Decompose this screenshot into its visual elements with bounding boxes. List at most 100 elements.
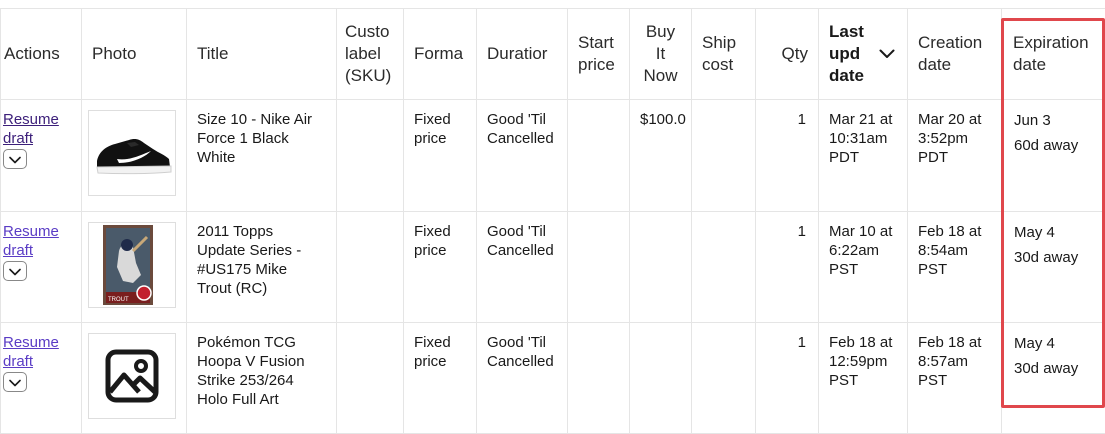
buy-now-price: $100.0 [630, 100, 691, 129]
qty-value: 1 [756, 212, 818, 241]
image-placeholder-icon[interactable] [88, 333, 176, 419]
last-updated-line: 6:22am [829, 241, 897, 260]
header-buy-now-line: It [634, 43, 687, 65]
header-expiration-date[interactable]: Expiration date [1002, 9, 1105, 100]
duration-line: Good 'Til [487, 110, 557, 129]
qty-value: 1 [756, 100, 818, 129]
item-title-line: Size 10 - Nike Air [197, 110, 326, 129]
last-updated-line: PST [829, 260, 897, 279]
header-sku-line: (SKU) [345, 65, 403, 87]
last-updated-line: Feb 18 at [829, 333, 897, 352]
cell-actions: Resume draft [1, 100, 82, 212]
qty-value: 1 [756, 323, 818, 352]
resume-draft-label: draft [3, 130, 33, 147]
header-qty[interactable]: Qty [756, 9, 819, 100]
chevron-down-icon [9, 262, 21, 281]
cell-ship-cost [692, 323, 756, 434]
baseball-card-photo[interactable]: TROUT [88, 222, 176, 308]
last-updated-line: Mar 10 at [829, 222, 897, 241]
start-price-value [568, 100, 629, 110]
resume-draft-label: draft [3, 353, 33, 370]
actions-dropdown-button[interactable] [3, 261, 27, 281]
item-title-line: #US175 Mike [197, 260, 326, 279]
header-last-updated-line: Last [829, 21, 864, 43]
duration-line: Cancelled [487, 129, 557, 148]
resume-draft-link[interactable]: Resume draft [3, 333, 73, 371]
cell-start-price [568, 323, 630, 434]
header-actions-label: Actions [1, 43, 81, 65]
format-line: Fixed [414, 110, 466, 129]
sneaker-photo[interactable] [88, 110, 176, 196]
duration-line: Good 'Til [487, 222, 557, 241]
duration-line: Cancelled [487, 241, 557, 260]
format-line: Fixed [414, 222, 466, 241]
cell-duration: Good 'TilCancelled [477, 100, 568, 212]
header-start-price[interactable]: Start price [568, 9, 630, 100]
header-creation-line: Creation [918, 32, 991, 54]
header-title[interactable]: Title [187, 9, 337, 100]
header-title-label: Title [187, 43, 336, 65]
cell-last-updated: Mar 10 at6:22amPST [819, 212, 908, 323]
expiration-countdown: 30d away [1014, 356, 1095, 381]
header-buy-it-now[interactable]: Buy It Now [630, 9, 692, 100]
expiration-date: Jun 3 [1014, 108, 1095, 133]
chevron-down-icon[interactable] [879, 43, 895, 65]
header-last-updated[interactable]: Last upd date [819, 9, 908, 100]
cell-qty: 1 [756, 323, 819, 434]
cell-creation-date: Feb 18 at8:57amPST [908, 323, 1002, 434]
header-format[interactable]: Forma [404, 9, 477, 100]
cell-title: Pokémon TCGHoopa V FusionStrike 253/264H… [187, 323, 337, 434]
duration-line: Good 'Til [487, 333, 557, 352]
table-row: Resume draftTROUT2011 ToppsUpdate Series… [1, 212, 1105, 323]
header-duration-label: Duratior [477, 43, 567, 65]
creation-date-line: PDT [918, 148, 991, 167]
cell-duration: Good 'TilCancelled [477, 212, 568, 323]
cell-expiration: May 430d away [1002, 323, 1105, 434]
cell-qty: 1 [756, 100, 819, 212]
cell-sku [337, 100, 404, 212]
buy-now-price [630, 212, 691, 222]
buy-now-price [630, 323, 691, 333]
table-row: Resume draft Size 10 - Nike AirForce 1 Bl… [1, 100, 1105, 212]
last-updated-line: PDT [829, 148, 897, 167]
resume-draft-label: Resume [3, 223, 59, 240]
ship-cost-value [692, 100, 755, 110]
cell-qty: 1 [756, 212, 819, 323]
actions-dropdown-button[interactable] [3, 149, 27, 169]
header-actions: Actions [1, 9, 82, 100]
cell-creation-date: Feb 18 at8:54amPST [908, 212, 1002, 323]
header-duration[interactable]: Duratior [477, 9, 568, 100]
actions-dropdown-button[interactable] [3, 372, 27, 392]
table-row: Resume draft Pokémon TCGHoopa V FusionStr… [1, 323, 1105, 434]
cell-buy-it-now: $100.0 [630, 100, 692, 212]
creation-date-line: 8:57am [918, 352, 991, 371]
cell-duration: Good 'TilCancelled [477, 323, 568, 434]
header-ship-cost-line: cost [702, 54, 745, 76]
header-sku-line: Custo [345, 21, 403, 43]
header-last-updated-line: date [829, 65, 864, 87]
expiration-date: May 4 [1014, 220, 1095, 245]
cell-expiration: Jun 360d away [1002, 100, 1105, 212]
cell-format: Fixedprice [404, 323, 477, 434]
cell-photo [82, 323, 187, 434]
cell-sku [337, 323, 404, 434]
resume-draft-label: Resume [3, 334, 59, 351]
item-title-line: Force 1 Black [197, 129, 326, 148]
chevron-down-icon [9, 373, 21, 392]
start-price-value [568, 212, 629, 222]
item-title-line: 2011 Topps [197, 222, 326, 241]
cell-ship-cost [692, 100, 756, 212]
header-sku[interactable]: Custo label (SKU) [337, 9, 404, 100]
header-ship-cost-line: Ship [702, 32, 745, 54]
header-ship-cost[interactable]: Ship cost [692, 9, 756, 100]
resume-draft-label: Resume [3, 111, 59, 128]
resume-draft-link[interactable]: Resume draft [3, 222, 73, 260]
header-buy-now-line: Buy [634, 21, 687, 43]
resume-draft-link[interactable]: Resume draft [3, 110, 73, 148]
cell-ship-cost [692, 212, 756, 323]
header-start-price-line: Start [578, 32, 619, 54]
header-creation-date[interactable]: Creation date [908, 9, 1002, 100]
cell-creation-date: Mar 20 at3:52pmPDT [908, 100, 1002, 212]
cell-format: Fixedprice [404, 100, 477, 212]
cell-photo [82, 100, 187, 212]
